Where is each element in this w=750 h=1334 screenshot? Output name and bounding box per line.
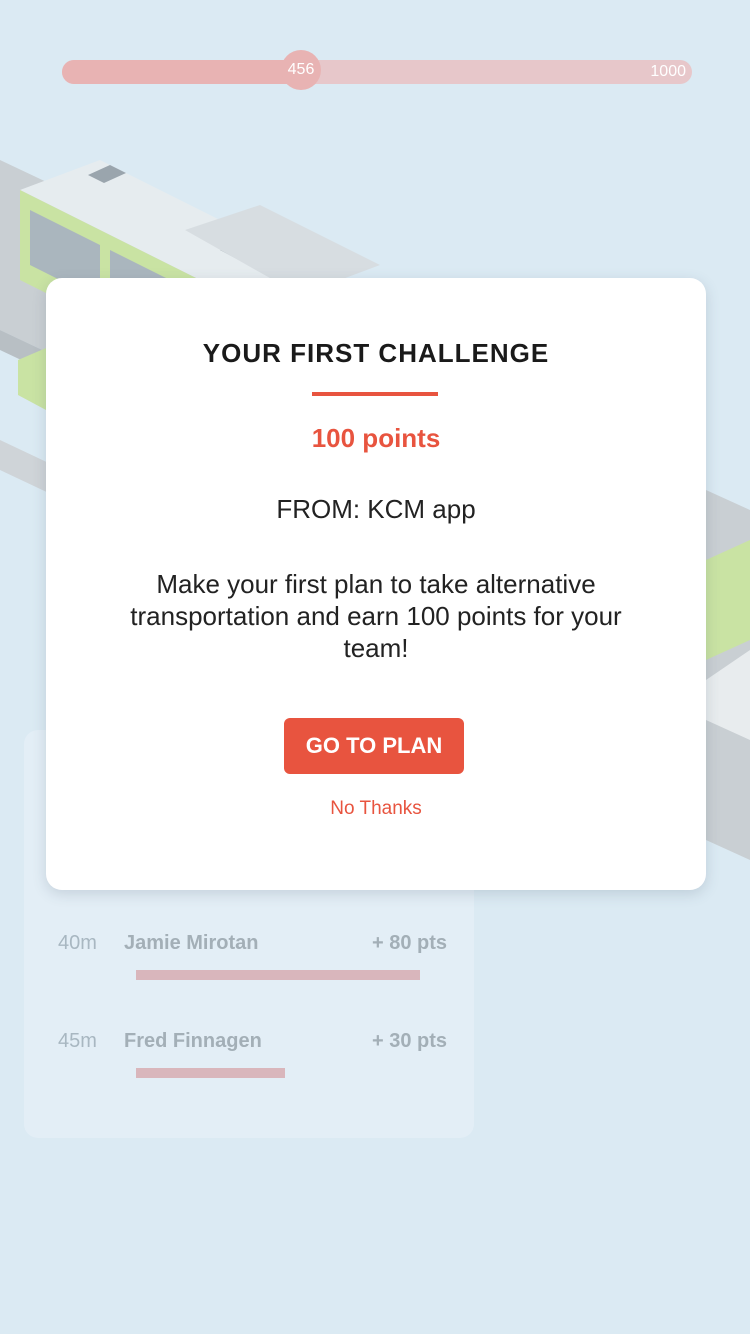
member-name: Jamie Mirotan (124, 932, 259, 954)
progress-max-value: 1000 (650, 63, 686, 80)
member-points: + 80 pts (371, 932, 447, 954)
points-progress-bar: 456 1000 (62, 50, 692, 90)
progress-current-value: 456 (281, 50, 321, 90)
member-name: Fred Finnagen (124, 1030, 262, 1052)
leaderboard-row[interactable]: 40m Jamie Mirotan + 80 pts (24, 932, 474, 992)
no-thanks-link[interactable]: No Thanks (46, 798, 706, 820)
title-divider (312, 392, 438, 396)
challenge-description: Make your first plan to take alternative… (130, 569, 622, 663)
leaderboard-row[interactable]: 45m Fred Finnagen + 30 pts (24, 1030, 474, 1090)
trip-duration: 40m (58, 932, 97, 954)
points-bar (136, 970, 420, 980)
progress-fill (62, 60, 301, 84)
member-points: + 30 pts (371, 1030, 447, 1052)
challenge-modal: YOUR FIRST CHALLENGE 100 points FROM: KC… (46, 278, 706, 890)
challenge-points: 100 points (311, 423, 441, 453)
modal-title: YOUR FIRST CHALLENGE (202, 338, 550, 368)
points-bar (136, 1068, 285, 1078)
challenge-sender: FROM: KCM app (276, 494, 476, 524)
go-to-plan-button[interactable]: GO TO PLAN (284, 718, 464, 774)
trip-duration: 45m (58, 1030, 97, 1052)
